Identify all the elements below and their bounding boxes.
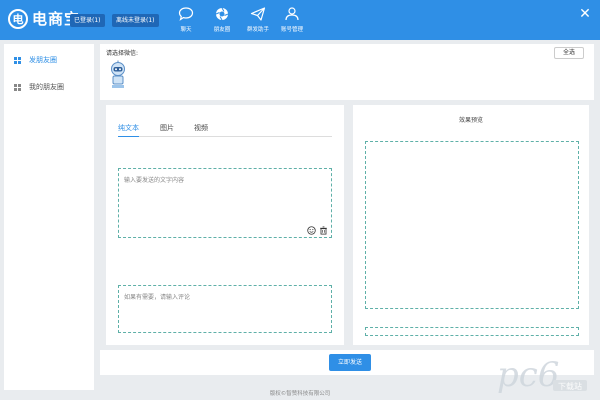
nav-label: 群发助手 <box>246 27 269 33</box>
comment-input[interactable]: 如果有需要，请输入评论 <box>118 285 332 333</box>
preview-panel: 效果预览 <box>353 105 589 345</box>
watermark-text: pc6 <box>497 355 559 395</box>
nav-account-management[interactable]: 账号管理 <box>276 6 308 33</box>
sidebar-item-label: 我的朋友圈 <box>29 83 64 91</box>
tab-plain-text[interactable]: 纯文本 <box>118 123 139 137</box>
emoji-icon[interactable] <box>307 226 316 235</box>
preview-comment-area <box>365 327 579 336</box>
paper-plane-icon <box>250 7 266 21</box>
sidebar-item-post-moments[interactable]: 发朋友圈 <box>14 55 57 65</box>
select-all-button[interactable]: 全选 <box>554 47 584 59</box>
preview-area <box>365 141 579 309</box>
text-tools <box>307 226 328 235</box>
close-icon[interactable]: ✕ <box>578 7 592 21</box>
account-selector: 请选择微信: 全选 <box>100 44 594 100</box>
nav-mass-send[interactable]: 群发助手 <box>242 6 274 33</box>
post-text-input[interactable]: 输入要发送的文字内容 <box>118 168 332 238</box>
content-type-tabs: 纯文本 图片 视频 <box>118 123 332 137</box>
pc6-watermark-logo: pc6 下载站 <box>497 355 587 395</box>
camera-aperture-icon <box>215 7 229 21</box>
sidebar: 发朋友圈 我的朋友圈 <box>4 44 94 390</box>
tab-image[interactable]: 图片 <box>160 123 174 137</box>
nav-label: 账号管理 <box>280 27 303 33</box>
send-now-button[interactable]: 立即发送 <box>329 354 371 371</box>
nav-label: 聊天 <box>180 27 192 33</box>
trash-icon[interactable] <box>319 226 328 235</box>
account-avatar-robot-icon[interactable] <box>108 60 128 90</box>
editor-panel: 纯文本 图片 视频 输入要发送的文字内容 如果有需要，请输入评论 <box>106 105 344 345</box>
logged-in-button[interactable]: 已登录(1) <box>70 14 105 27</box>
top-bar: 电 电商宝 已登录(1) 离线未登录(1) 聊天 朋友圈 群发助手 账号管理 ✕ <box>0 0 600 40</box>
sidebar-item-my-moments[interactable]: 我的朋友圈 <box>14 82 64 92</box>
account-select-label: 请选择微信: <box>106 50 139 57</box>
watermark-sub: 下载站 <box>558 381 582 391</box>
tab-video[interactable]: 视频 <box>194 123 208 137</box>
sidebar-item-label: 发朋友圈 <box>29 56 57 64</box>
post-text-placeholder: 输入要发送的文字内容 <box>124 177 185 184</box>
offline-button[interactable]: 离线未登录(1) <box>112 14 159 27</box>
logo-mark-icon: 电 <box>8 8 28 29</box>
grid-icon <box>14 56 21 64</box>
nav-moments[interactable]: 朋友圈 <box>206 6 238 33</box>
preview-title: 效果预览 <box>458 117 483 124</box>
user-settings-icon <box>285 7 299 21</box>
nav-label: 朋友圈 <box>213 27 231 33</box>
grid-icon <box>14 83 21 91</box>
chat-bubble-icon <box>178 7 194 21</box>
comment-placeholder: 如果有需要，请输入评论 <box>124 294 191 301</box>
nav-chat[interactable]: 聊天 <box>170 6 202 33</box>
